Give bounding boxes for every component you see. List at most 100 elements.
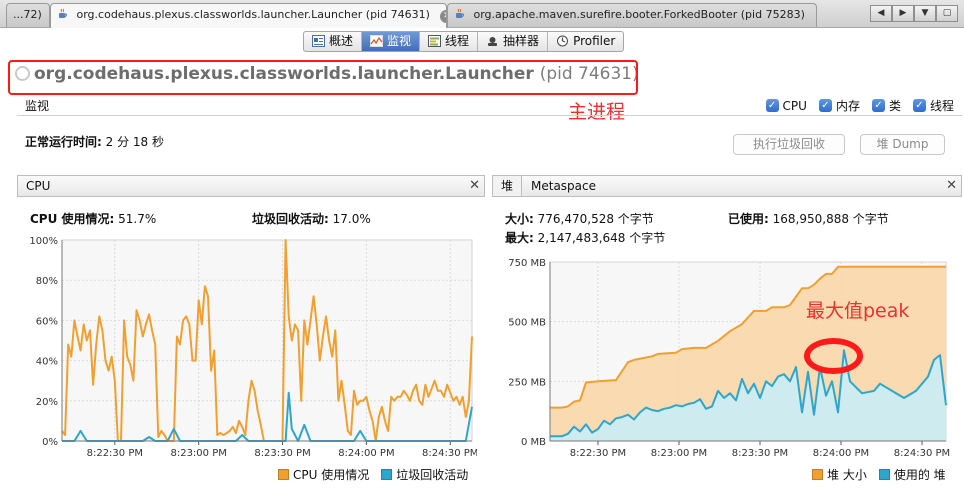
uptime-value: 2 分 18 秒 [105,135,164,149]
tab-metaspace[interactable]: Metaspace [523,176,604,196]
heap-used-value: 168,950,888 个字节 [772,212,889,226]
y-tick-label: 0 MB [521,437,546,448]
heap-chart-svg: 0 MB 250 MB 500 MB 750 MB 8:22:30 PM 8:23:00 … [508,258,950,459]
heap-max-stat: 最大: 2,147,483,648 个字节 [505,229,665,246]
legend-swatch [381,469,393,480]
tab-previous[interactable]: ...72) [6,3,50,27]
checkmark-icon: ✓ [912,99,926,112]
tab-forkedbooter[interactable]: org.apache.maven.surefire.booter.ForkedB… [447,3,817,27]
tab-sampler[interactable]: 抽样器 [478,32,549,51]
tab-label: 监视 [387,34,412,48]
close-icon[interactable]: ✕ [440,10,446,23]
cpu-legend: CPU 使用情况 垃圾回收活动 [278,466,468,483]
tab-monitor[interactable]: 监视 [362,32,421,51]
cpu-panel-header: CPU ✕ [17,175,485,197]
x-tick-label: 8:23:00 PM [651,448,707,459]
heap-size-stat: 大小: 776,470,528 个字节 [505,210,654,227]
checkmark-icon: ✓ [818,99,832,112]
tab-overview[interactable]: 概述 [304,32,363,51]
y-tick-label: 60% [36,316,58,327]
uptime-label: 正常运行时间: [25,135,102,149]
tab-label: 抽样器 [503,34,540,48]
checkmark-icon: ✓ [765,99,779,112]
heap-size-label: 大小: [505,212,534,226]
y-tick-label: 750 MB [508,258,546,269]
cpu-panel-title: CPU [26,179,51,193]
tab-label: 线程 [445,34,470,48]
x-tick-label: 8:23:30 PM [732,448,788,459]
gc-activity-label: 垃圾回收活动: [252,212,329,226]
monitor-title: 监视 [25,99,50,113]
uptime: 正常运行时间: 2 分 18 秒 [25,133,164,150]
heap-used-label: 已使用: [728,212,769,226]
x-tick-label: 8:24:30 PM [422,448,477,459]
legend-swatch [878,469,890,480]
document-tab-strip: ...72) org.codehaus.plexus.classworlds.l… [0,0,964,28]
main-process-highlight [8,60,638,95]
monitor-header: 监视 ✓ CPU ✓ 内存 ✓ 类 ✓ 线程 [17,94,962,116]
tab-threads[interactable]: 线程 [420,32,479,51]
y-tick-label: 100% [29,236,58,247]
memory-panel-header: 堆 Metaspace ✕ [492,175,962,197]
legend-item-gc: 垃圾回收活动 [381,466,468,483]
checkbox-threads[interactable]: ✓ 线程 [912,97,954,114]
java-cup-icon [456,8,465,18]
legend-item-heap-size: 堆 大小 [812,466,867,483]
tab-label: ...72) [13,8,42,21]
checkbox-memory[interactable]: ✓ 内存 [818,97,860,114]
y-tick-label: 20% [36,397,58,408]
x-tick-label: 8:24:00 PM [813,448,869,459]
y-tick-label: 0% [42,437,58,448]
legend-swatch [278,469,289,480]
heap-used-stat: 已使用: 168,950,888 个字节 [728,210,889,227]
tab-navigation: ◀ ▶ ▼ ▢ [870,5,958,22]
checkmark-icon: ✓ [871,99,885,112]
tab-profiler[interactable]: Profiler [548,32,623,51]
heap-dump-button[interactable]: 堆 Dump [860,134,945,155]
cpu-usage-label: CPU 使用情况: [30,212,115,226]
tab-label: org.apache.maven.surefire.booter.ForkedB… [473,8,805,21]
visualvm-window: ...72) org.codehaus.plexus.classworlds.l… [0,0,964,489]
close-icon[interactable]: ✕ [946,176,957,196]
checkbox-label: 类 [888,99,901,113]
legend-label: 使用的 堆 [893,468,946,482]
close-icon[interactable]: ✕ [469,176,480,196]
tab-list-icon[interactable]: ▼ [914,5,936,22]
x-tick-label: 8:24:00 PM [338,448,394,459]
scroll-left-icon[interactable]: ◀ [870,5,892,22]
tab-launcher[interactable]: org.codehaus.plexus.classworlds.launcher… [50,3,447,28]
checkbox-cpu[interactable]: ✓ CPU [765,97,807,114]
x-tick-label: 8:22:30 PM [570,448,626,459]
monitor-options: ✓ CPU ✓ 内存 ✓ 类 ✓ 线程 [765,97,954,114]
peak-annotation: 最大值peak [806,300,910,322]
legend-label: 堆 大小 [827,468,867,482]
x-tick-label: 8:24:30 PM [894,448,950,459]
maximize-icon[interactable]: ▢ [936,5,958,22]
checkbox-label: 线程 [929,99,954,113]
overview-icon [312,35,325,47]
checkbox-label: CPU [782,98,807,113]
cpu-usage-value: 51.7% [118,212,157,226]
tab-heap[interactable]: 堆 [493,176,523,196]
tab-label: Profiler [573,34,616,48]
heap-chart: 0 MB 250 MB 500 MB 750 MB 8:22:30 PM 8:23:00 … [494,252,962,464]
cpu-usage-stat: CPU 使用情况: 51.7% [30,210,156,227]
monitor-icon [370,35,384,47]
scroll-right-icon[interactable]: ▶ [892,5,914,22]
checkbox-classes[interactable]: ✓ 类 [871,97,901,114]
y-tick-label: 250 MB [508,377,546,388]
heap-legend: 堆 大小 使用的 堆 [812,466,946,483]
threads-icon [428,35,442,47]
legend-label: 垃圾回收活动 [396,468,469,482]
sampler-icon [488,37,498,46]
profiler-icon [557,35,569,47]
heap-size-value: 776,470,528 个字节 [537,212,654,226]
y-tick-label: 80% [36,276,58,287]
legend-swatch [812,469,823,480]
tab-label: 概述 [329,34,354,48]
tab-label: org.codehaus.plexus.classworlds.launcher… [76,8,430,21]
y-tick-label: 40% [36,357,58,368]
peak-highlight [804,338,863,374]
cpu-chart: 0% 20% 40% 60% 80% 100% 8:22:30 PM 8:23:00 PM 8:… [17,232,477,464]
perform-gc-button[interactable]: 执行垃圾回收 [733,134,845,155]
